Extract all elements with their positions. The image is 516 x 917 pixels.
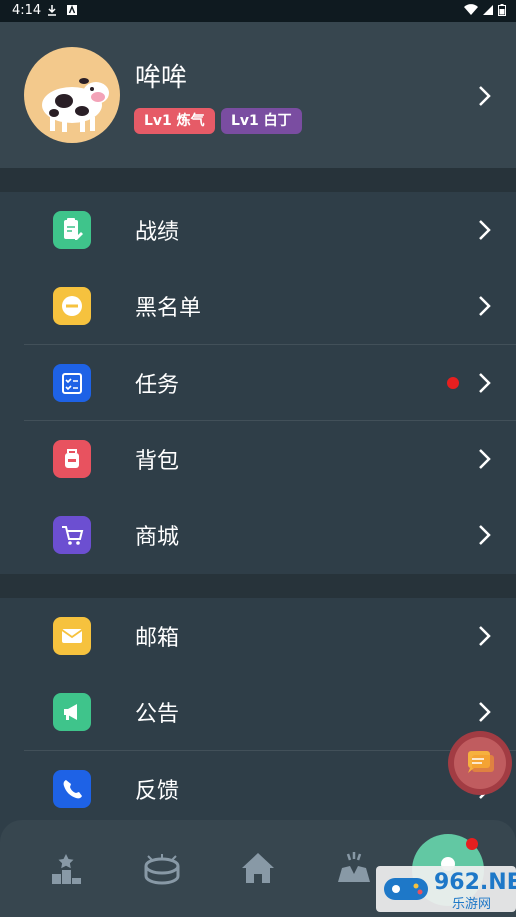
menu-group-main: 战绩 黑名单 任务 背包 商城 [0, 192, 516, 574]
menu-label: 战绩 [135, 220, 180, 245]
profile-notification-dot [466, 838, 478, 850]
menu-item-backpack[interactable]: 背包 [0, 421, 516, 497]
section-divider [0, 574, 516, 598]
menu-item-blacklist[interactable]: 黑名单 [0, 268, 516, 344]
chevron-right-icon [479, 626, 491, 646]
backpack-icon [53, 440, 91, 478]
cow-avatar-icon [42, 78, 109, 132]
chevron-right-icon [479, 296, 491, 316]
menu-label: 邮箱 [135, 626, 180, 651]
menu-label: 黑名单 [135, 296, 202, 321]
menu-item-mailbox[interactable]: 邮箱 [0, 598, 516, 674]
stadium-icon[interactable] [142, 848, 182, 888]
menu-item-shop[interactable]: 商城 [0, 497, 516, 573]
menu-label: 反馈 [135, 779, 180, 804]
menu-label: 商城 [135, 525, 180, 550]
chevron-right-icon [479, 449, 491, 469]
task-checklist-icon [53, 364, 91, 402]
edit-clipboard-icon [53, 211, 91, 249]
avatar[interactable] [24, 47, 120, 143]
username: 哞哞 [135, 63, 188, 93]
wifi-icon [464, 4, 478, 16]
signal-icon [483, 5, 493, 15]
menu-item-feedback[interactable]: 反馈 [0, 751, 516, 827]
menu-item-record[interactable]: 战绩 [0, 192, 516, 268]
level-badge-rank: Lv1 白丁 [221, 108, 302, 134]
cart-icon [53, 516, 91, 554]
friends-icon[interactable] [334, 848, 374, 888]
mail-icon [53, 617, 91, 655]
menu-group-secondary: 邮箱 公告 反馈 [0, 598, 516, 820]
chevron-right-icon [479, 525, 491, 545]
menu-label: 公告 [135, 702, 180, 727]
app-notification-icon [67, 5, 77, 15]
minus-circle-icon [53, 287, 91, 325]
watermark-logo: 962.NET 乐游网 [376, 866, 516, 912]
menu-label: 背包 [135, 449, 180, 474]
download-icon [48, 5, 56, 16]
notification-dot [447, 377, 459, 389]
section-divider [0, 168, 516, 192]
controller-icon [384, 878, 428, 900]
phone-icon [53, 770, 91, 808]
home-icon[interactable] [238, 848, 278, 888]
profile-card[interactable]: 哞哞 Lv1 炼气 Lv1 白丁 [0, 22, 516, 168]
floating-chat-button[interactable] [448, 731, 512, 795]
watermark-subtext: 乐游网 [452, 897, 492, 912]
menu-item-tasks[interactable]: 任务 [0, 345, 516, 421]
chevron-right-icon [479, 702, 491, 722]
chevron-right-icon [479, 373, 491, 393]
ranking-icon[interactable] [46, 848, 86, 888]
chat-bubble-icon [454, 737, 506, 789]
status-time: 4:14 [12, 3, 42, 18]
chevron-right-icon[interactable] [478, 85, 492, 107]
status-bar: 4:14 [0, 0, 516, 22]
menu-label: 任务 [135, 373, 180, 398]
menu-item-announcement[interactable]: 公告 [0, 674, 516, 750]
watermark-text: 962.NET [434, 870, 516, 895]
battery-icon [498, 4, 506, 16]
chevron-right-icon [479, 220, 491, 240]
megaphone-icon [53, 693, 91, 731]
level-badge-cultivation: Lv1 炼气 [134, 108, 215, 134]
